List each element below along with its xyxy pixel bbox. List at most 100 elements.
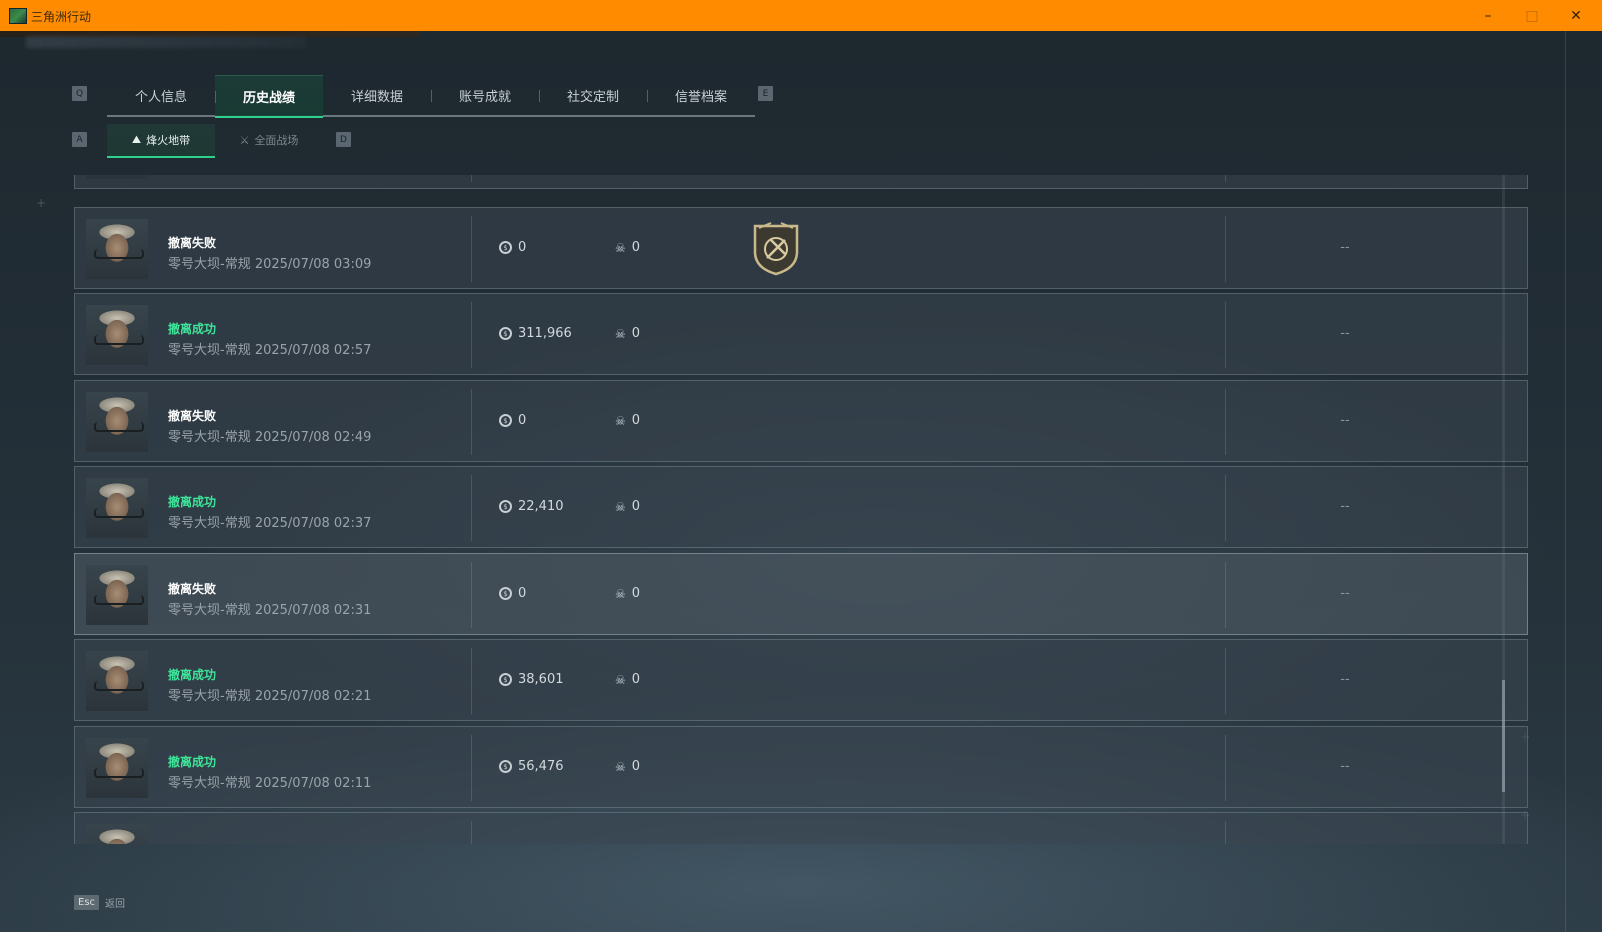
frame-line [1565, 31, 1566, 932]
footer-back[interactable]: Esc 返回 [74, 895, 125, 910]
table-row[interactable]: 撤离成功 零号大坝-常规 2025/07/08 02:11 $56,476 ☠ 0… [74, 726, 1528, 808]
coin-icon: $ [499, 500, 512, 513]
list-scrollbar[interactable] [1502, 175, 1505, 844]
avatar [86, 392, 148, 452]
esc-key-hint[interactable]: Esc [74, 895, 100, 910]
map-and-time: 零号大坝-常规 2025/07/08 02:57 [168, 343, 372, 358]
divider [1225, 302, 1226, 368]
table-row[interactable]: 撤离失败 零号大坝-常规 2025/07/08 02:31 $0 ☠ 0 -- [74, 553, 1528, 635]
money-value: $0 [499, 413, 526, 428]
tab-match-history[interactable]: 历史战绩 [215, 75, 323, 118]
table-row-partial[interactable] [74, 812, 1528, 844]
extra-value: -- [1340, 326, 1350, 341]
tab-credit-record[interactable]: 信誉档案 [647, 75, 755, 115]
skull-icon: ☠ [615, 413, 626, 428]
money-value: $56,476 [499, 759, 564, 774]
kill-count: ☠ 0 [615, 240, 641, 255]
extraction-status: 撤离成功 [168, 322, 217, 336]
divider [471, 389, 472, 455]
money-value: $0 [499, 586, 526, 601]
skull-icon: ☠ [615, 586, 626, 601]
divider [471, 648, 472, 714]
table-row[interactable]: 撤离成功 零号大坝-常规 2025/07/08 02:57 $311,966 ☠… [74, 293, 1528, 375]
tab-detailed-data[interactable]: 详细数据 [323, 75, 431, 115]
maximize-button[interactable]: □ [1510, 0, 1554, 31]
kill-count: ☠ 0 [615, 672, 641, 687]
main-tabs: 个人信息 历史战绩 详细数据 账号成就 社交定制 信誉档案 [107, 75, 755, 118]
divider [1225, 475, 1226, 541]
minimize-button[interactable]: – [1466, 0, 1510, 31]
extraction-status: 撤离成功 [168, 755, 217, 769]
coin-icon: $ [499, 760, 512, 773]
map-and-time: 零号大坝-常规 2025/07/08 03:09 [168, 257, 372, 272]
battlefield-icon: ⚔ [239, 133, 250, 147]
kill-count: ☠ 0 [615, 413, 641, 428]
tab-personal-info[interactable]: 个人信息 [107, 75, 215, 115]
tab-achievements[interactable]: 账号成就 [431, 75, 539, 115]
prev-subtab-key-hint[interactable]: A [72, 132, 87, 147]
divider [1225, 648, 1226, 714]
coin-icon: $ [499, 587, 512, 600]
map-and-time: 零号大坝-常规 2025/07/08 02:49 [168, 430, 372, 445]
coin-icon: $ [499, 673, 512, 686]
skull-icon: ☠ [615, 240, 626, 255]
avatar [86, 738, 148, 798]
prev-tab-key-hint[interactable]: Q [72, 86, 87, 101]
map-and-time: 零号大坝-常规 2025/07/08 02:11 [168, 776, 372, 791]
tab-social-custom[interactable]: 社交定制 [539, 75, 647, 115]
divider [1225, 821, 1226, 844]
subtab-label: 全面战场 [254, 134, 299, 147]
window-title: 三角洲行动 [31, 10, 92, 24]
coin-icon: $ [499, 414, 512, 427]
decor-plus-icon: + [36, 196, 47, 210]
divider [471, 735, 472, 801]
skull-icon: ☠ [615, 326, 626, 341]
scrollbar-thumb[interactable] [1502, 680, 1505, 792]
close-button[interactable]: ✕ [1554, 0, 1598, 31]
shield-badge-icon [753, 222, 799, 276]
skull-icon: ☠ [615, 672, 626, 687]
avatar [86, 305, 148, 365]
divider [1225, 389, 1226, 455]
divider [1225, 562, 1226, 628]
table-row-partial[interactable] [74, 175, 1528, 189]
map-and-time: 零号大坝-常规 2025/07/08 02:31 [168, 603, 372, 618]
money-value: $0 [499, 240, 526, 255]
extra-value: -- [1340, 499, 1350, 514]
subtab-battlefield[interactable]: ⚔ 全面战场 [215, 124, 323, 156]
avatar [86, 824, 148, 844]
coin-icon: $ [499, 327, 512, 340]
money-value: $311,966 [499, 326, 572, 341]
kill-count: ☠ 0 [615, 586, 641, 601]
avatar [86, 219, 148, 279]
divider [471, 475, 472, 541]
divider [471, 216, 472, 282]
next-subtab-key-hint[interactable]: D [336, 132, 351, 147]
table-row[interactable]: 撤离成功 零号大坝-常规 2025/07/08 02:21 $38,601 ☠ 0… [74, 639, 1528, 721]
extra-value: -- [1340, 672, 1350, 687]
coin-icon: $ [499, 241, 512, 254]
divider [471, 175, 472, 182]
map-and-time: 零号大坝-常规 2025/07/08 02:37 [168, 516, 372, 531]
money-value: $38,601 [499, 672, 564, 687]
divider [1225, 735, 1226, 801]
divider [471, 562, 472, 628]
money-value: $22,410 [499, 499, 564, 514]
subtab-extraction[interactable]: ⛰ 烽火地带 [107, 124, 215, 158]
mode-subtabs: ⛰ 烽火地带 ⚔ 全面战场 [107, 124, 323, 158]
extraction-status: 撤离失败 [168, 582, 217, 596]
back-label[interactable]: 返回 [105, 895, 125, 910]
table-row[interactable]: 撤离失败 零号大坝-常规 2025/07/08 03:09 $0 ☠ 0 -- [74, 207, 1528, 289]
match-history-list[interactable]: 撤离失败 零号大坝-常规 2025/07/08 03:09 $0 ☠ 0 -- 撤… [74, 175, 1530, 844]
kill-count: ☠ 0 [615, 326, 641, 341]
table-row[interactable]: 撤离失败 零号大坝-常规 2025/07/08 02:49 $0 ☠ 0 -- [74, 380, 1528, 462]
avatar [86, 565, 148, 625]
blurred-subtitle [26, 36, 306, 48]
extra-value: -- [1340, 413, 1350, 428]
table-row[interactable]: 撤离成功 零号大坝-常规 2025/07/08 02:37 $22,410 ☠ 0… [74, 466, 1528, 548]
next-tab-key-hint[interactable]: E [758, 86, 773, 101]
kill-count: ☠ 0 [615, 499, 641, 514]
kill-count: ☠ 0 [615, 759, 641, 774]
skull-icon: ☠ [615, 759, 626, 774]
subtab-label: 烽火地带 [146, 134, 191, 147]
